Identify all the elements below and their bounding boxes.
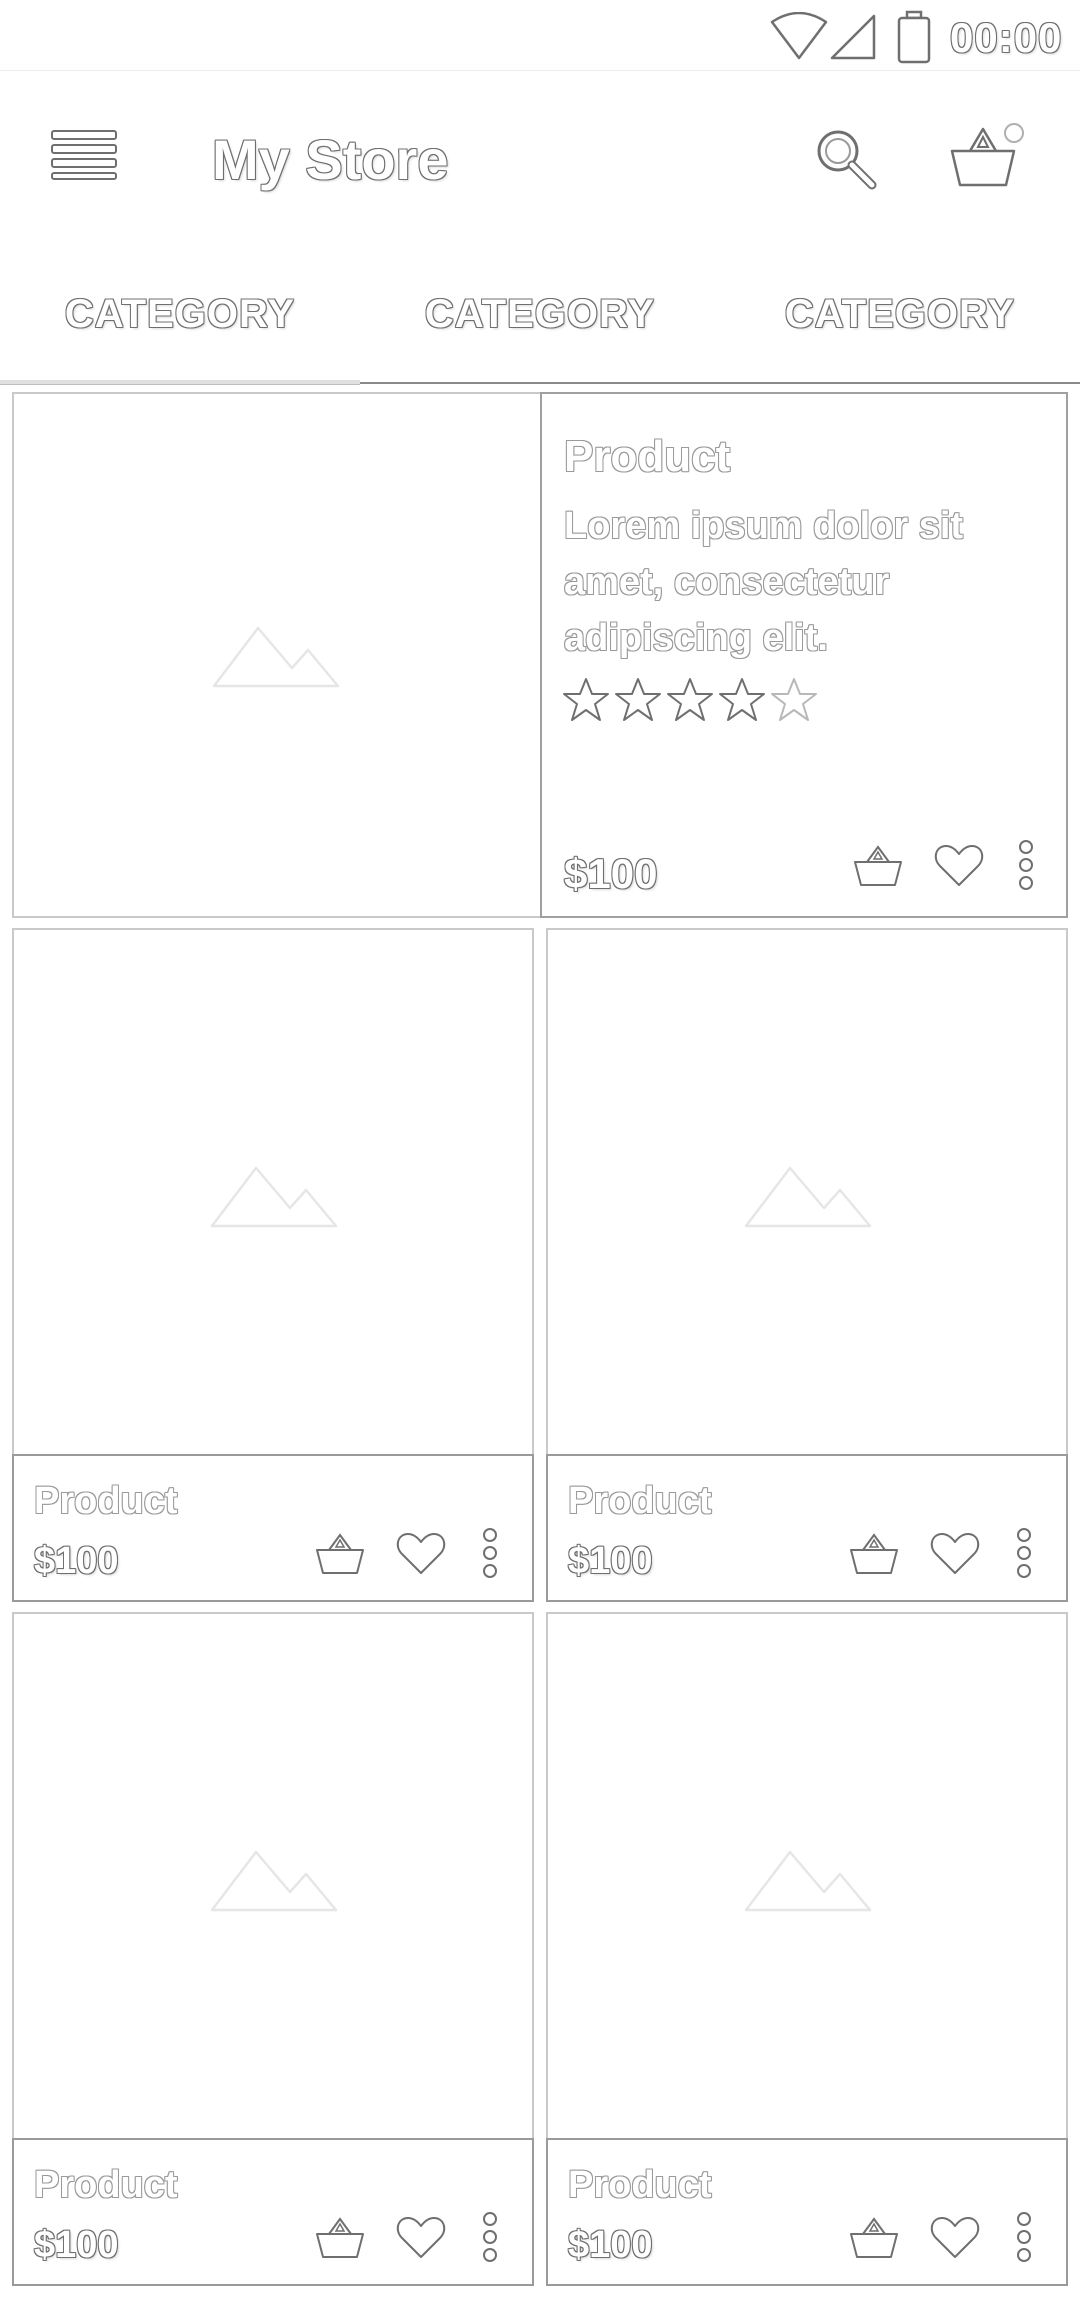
heart-icon[interactable] xyxy=(396,1530,446,1576)
star-icon xyxy=(667,678,713,721)
tab-indicator xyxy=(0,380,360,385)
product-price: $100 xyxy=(568,1540,653,1582)
star-icon xyxy=(719,678,765,721)
featured-product-card[interactable]: Product Lorem ipsum dolor sit amet, cons… xyxy=(540,392,1068,918)
tab-category-3[interactable]: CATEGORY xyxy=(750,292,1050,337)
basket-icon[interactable] xyxy=(852,842,904,888)
product-name: Product xyxy=(568,2164,712,2206)
basket-icon[interactable] xyxy=(314,2214,366,2260)
product-card[interactable]: Product $100 xyxy=(546,928,1068,1602)
cart-icon[interactable] xyxy=(948,119,1028,191)
basket-icon[interactable] xyxy=(848,2214,900,2260)
more-vert-icon[interactable] xyxy=(1016,840,1036,890)
app-bar: My Store xyxy=(0,71,1080,251)
rating-stars xyxy=(562,676,818,724)
wifi-icon xyxy=(770,12,828,60)
basket-icon[interactable] xyxy=(314,1530,366,1576)
category-tabs: CATEGORY CATEGORY CATEGORY xyxy=(0,262,1080,385)
image-placeholder-icon xyxy=(210,1166,338,1228)
heart-icon[interactable] xyxy=(930,2214,980,2260)
heart-icon[interactable] xyxy=(396,2214,446,2260)
more-vert-icon[interactable] xyxy=(480,1528,500,1578)
featured-image-card[interactable] xyxy=(12,392,542,918)
tab-category-2[interactable]: CATEGORY xyxy=(390,292,690,337)
product-card[interactable]: Product $100 xyxy=(12,928,534,1602)
image-placeholder-icon xyxy=(212,626,340,688)
image-placeholder-icon xyxy=(744,1166,872,1228)
more-vert-icon[interactable] xyxy=(1014,2212,1034,2262)
featured-product-description: Lorem ipsum dolor sit amet, consectetur … xyxy=(564,505,964,659)
star-icon xyxy=(615,678,661,721)
featured-product-price: $100 xyxy=(564,850,658,897)
more-vert-icon[interactable] xyxy=(480,2212,500,2262)
product-name: Product xyxy=(34,1480,178,1522)
product-card[interactable]: Product $100 xyxy=(12,1612,534,2286)
product-info: Product $100 xyxy=(12,2138,534,2286)
more-vert-icon[interactable] xyxy=(1014,1528,1034,1578)
product-name: Product xyxy=(568,1480,712,1522)
app-title: My Store xyxy=(212,128,449,191)
star-icon xyxy=(771,678,817,721)
menu-icon[interactable] xyxy=(50,129,120,181)
heart-icon[interactable] xyxy=(930,1530,980,1576)
image-placeholder-icon xyxy=(744,1850,872,1912)
featured-product-name: Product xyxy=(564,432,731,481)
image-placeholder-icon xyxy=(210,1850,338,1912)
basket-icon[interactable] xyxy=(848,1530,900,1576)
status-bar: 00:00 xyxy=(0,0,1080,71)
product-info: Product $100 xyxy=(546,1454,1068,1602)
product-card[interactable]: Product $100 xyxy=(546,1612,1068,2286)
product-price: $100 xyxy=(34,2224,119,2266)
product-info: Product $100 xyxy=(546,2138,1068,2286)
star-icon xyxy=(563,678,609,721)
product-price: $100 xyxy=(568,2224,653,2266)
search-icon[interactable] xyxy=(812,125,878,191)
tab-category-1[interactable]: CATEGORY xyxy=(30,292,330,337)
heart-icon[interactable] xyxy=(934,842,984,888)
cell-signal-icon xyxy=(830,14,876,60)
product-info: Product $100 xyxy=(12,1454,534,1602)
battery-icon xyxy=(897,10,931,64)
status-time: 00:00 xyxy=(950,14,1063,61)
product-price: $100 xyxy=(34,1540,119,1582)
product-name: Product xyxy=(34,2164,178,2206)
